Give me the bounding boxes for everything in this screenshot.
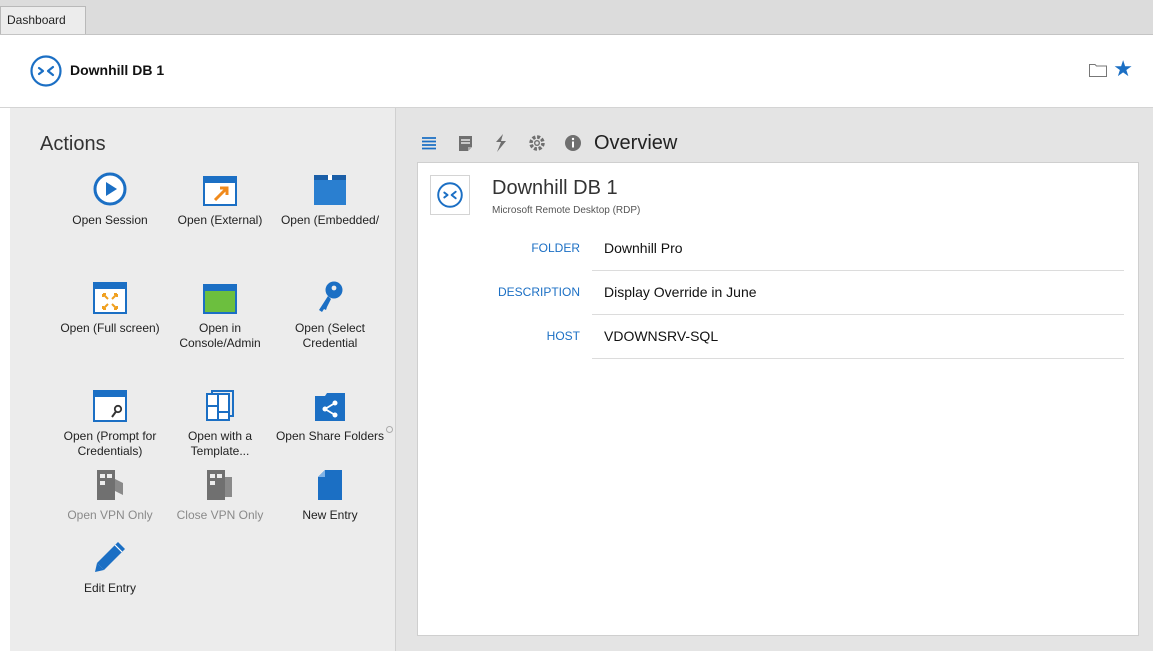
list-icon[interactable] xyxy=(418,132,440,154)
action-label: Open (Select Credential xyxy=(294,321,366,350)
entry-header: Downhill DB 1 ★ xyxy=(0,35,1153,108)
field-folder: FOLDER Downhill Pro xyxy=(418,227,1140,271)
embedded-window-icon xyxy=(314,175,346,205)
edit-entry-button[interactable]: Edit Entry xyxy=(55,536,165,596)
action-label: Open Session xyxy=(72,213,148,227)
field-label: FOLDER xyxy=(531,241,580,255)
new-entry-button[interactable]: New Entry xyxy=(275,463,385,523)
entry-subtitle: Microsoft Remote Desktop (RDP) xyxy=(492,205,641,216)
fullscreen-icon xyxy=(93,282,127,314)
entry-title: Downhill DB 1 xyxy=(492,177,618,199)
action-label: Open Share Folders xyxy=(275,429,385,443)
left-edge xyxy=(0,108,10,651)
pencil-icon xyxy=(95,542,125,572)
notes-icon[interactable] xyxy=(454,132,476,154)
tab-bar: Dashboard xyxy=(0,0,1153,35)
overview-card: Downhill DB 1 Microsoft Remote Desktop (… xyxy=(417,162,1139,636)
info-icon[interactable] xyxy=(562,132,584,154)
folder-icon[interactable] xyxy=(1089,63,1107,77)
actions-title: Actions xyxy=(40,133,106,155)
field-value: Display Override in June xyxy=(604,284,757,300)
template-icon xyxy=(206,390,234,421)
actions-panel: Actions Open Session Open (External) Ope… xyxy=(10,108,396,651)
overview-toolbar: Overview xyxy=(418,130,677,156)
star-icon[interactable]: ★ xyxy=(1113,57,1133,81)
field-label: DESCRIPTION xyxy=(497,285,580,299)
key-icon xyxy=(319,281,343,312)
prompt-credentials-icon xyxy=(93,390,127,422)
open-select-credential-button[interactable]: Open (Select Credential xyxy=(275,276,385,351)
action-label: Open with a Template... xyxy=(187,429,253,458)
vpn-open-icon xyxy=(97,470,123,500)
field-description: DESCRIPTION Display Override in June xyxy=(418,271,1140,315)
close-vpn-only-button[interactable]: Close VPN Only xyxy=(165,463,275,523)
field-host: HOST VDOWNSRV-SQL xyxy=(418,315,1140,359)
action-label: Edit Entry xyxy=(83,581,137,595)
action-label: Open (Full screen) xyxy=(60,321,160,335)
field-value: VDOWNSRV-SQL xyxy=(604,328,719,344)
remote-desktop-icon xyxy=(437,182,463,208)
external-window-icon xyxy=(203,176,237,206)
action-label: Open VPN Only xyxy=(67,508,153,522)
open-embedded-button[interactable]: Open (Embedded/ xyxy=(275,168,385,228)
gear-icon[interactable] xyxy=(526,132,548,154)
overview-panel: Overview Downhill DB 1 Microsoft Remote … xyxy=(396,108,1153,651)
field-label: HOST xyxy=(546,329,580,343)
macro-icon[interactable] xyxy=(490,132,512,154)
action-label: Open (External) xyxy=(177,213,263,227)
action-label: Close VPN Only xyxy=(176,508,264,522)
open-vpn-only-button[interactable]: Open VPN Only xyxy=(55,463,165,523)
vpn-close-icon xyxy=(207,470,232,500)
entry-type-icon-frame xyxy=(430,175,470,215)
open-share-folders-button[interactable]: Open Share Folders xyxy=(275,384,385,444)
remote-desktop-icon xyxy=(30,55,62,87)
new-entry-icon xyxy=(318,470,342,500)
play-circle-icon xyxy=(93,172,127,206)
share-folder-icon xyxy=(315,393,345,421)
tab-dashboard[interactable]: Dashboard xyxy=(0,6,86,34)
divider xyxy=(592,358,1124,359)
action-label: Open (Embedded/ xyxy=(280,213,380,227)
open-console-admin-button[interactable]: Open in Console/Admin xyxy=(165,276,275,351)
splitter-handle[interactable] xyxy=(386,426,393,433)
open-fullscreen-button[interactable]: Open (Full screen) xyxy=(55,276,165,336)
action-label: Open in Console/Admin xyxy=(179,321,261,350)
open-prompt-credentials-button[interactable]: Open (Prompt for Credentials) xyxy=(55,384,165,459)
open-with-template-button[interactable]: Open with a Template... xyxy=(165,384,275,459)
open-session-button[interactable]: Open Session xyxy=(55,168,165,228)
action-label: New Entry xyxy=(302,508,358,522)
overview-title[interactable]: Overview xyxy=(594,132,677,155)
field-value: Downhill Pro xyxy=(604,240,683,256)
page-title: Downhill DB 1 xyxy=(70,62,165,78)
open-external-button[interactable]: Open (External) xyxy=(165,168,275,228)
console-window-icon xyxy=(203,284,237,314)
action-label: Open (Prompt for Credentials) xyxy=(63,429,157,458)
